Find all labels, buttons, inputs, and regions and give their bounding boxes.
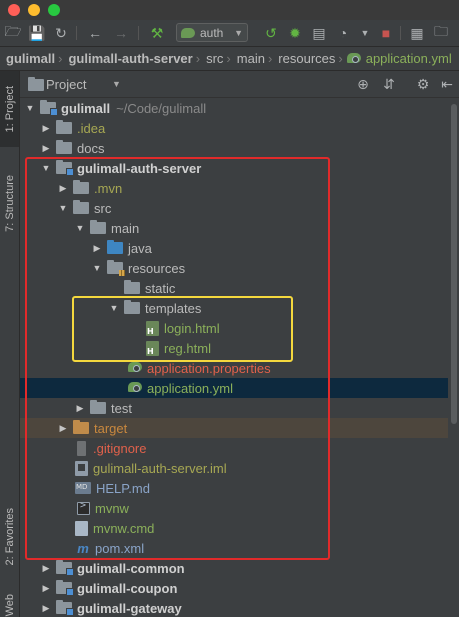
minimize-window-button[interactable] bbox=[28, 4, 40, 16]
folder-icon bbox=[56, 140, 72, 154]
yellow-highlight-box bbox=[72, 296, 293, 362]
tree-node-root[interactable]: ▼ gulimall ~/Code/gulimall bbox=[20, 98, 448, 118]
chevron-down-icon: ▼ bbox=[234, 27, 243, 38]
project-structure-icon[interactable]: ▦ bbox=[408, 24, 426, 42]
scrollbar-thumb[interactable] bbox=[451, 104, 457, 424]
folder-icon bbox=[56, 120, 72, 134]
breadcrumb-item[interactable]: gulimall-auth-server bbox=[62, 51, 195, 66]
tree-node-label: .idea bbox=[77, 120, 106, 136]
tree-node-label: gulimall-common bbox=[77, 560, 185, 576]
tab-project-label: 1: Project bbox=[3, 85, 16, 133]
tab-project[interactable]: 1: Project bbox=[0, 71, 19, 147]
sdk-folder-icon[interactable]: 🗀 bbox=[432, 23, 450, 42]
toolbar-separator bbox=[400, 26, 401, 40]
tree-node-docs[interactable]: ▶ docs bbox=[20, 138, 448, 158]
tree-node-gateway[interactable]: ▶ gulimall-gateway bbox=[20, 598, 448, 617]
close-window-button[interactable] bbox=[8, 4, 20, 16]
profile-icon[interactable]: ◔ bbox=[334, 24, 352, 42]
locate-target-icon[interactable]: ⊕ bbox=[354, 75, 372, 93]
tree-node-label: gulimall-gateway bbox=[77, 600, 182, 616]
tab-web-label: Web bbox=[3, 593, 16, 617]
chevron-right-icon[interactable]: ▶ bbox=[40, 603, 52, 614]
module-folder-icon bbox=[56, 560, 74, 576]
back-arrow-icon[interactable]: ← bbox=[86, 24, 104, 42]
coverage-icon[interactable]: ▤ bbox=[310, 24, 328, 42]
rerun-icon[interactable]: ↺ bbox=[262, 24, 280, 42]
toolbar-separator bbox=[138, 26, 139, 40]
project-folder-icon bbox=[28, 77, 44, 91]
sync-icon[interactable]: ↻ bbox=[52, 24, 70, 42]
chevron-right-icon[interactable]: ▶ bbox=[40, 123, 52, 134]
tree-node-idea[interactable]: ▶ .idea bbox=[20, 118, 448, 138]
module-folder-icon bbox=[40, 100, 58, 116]
tree-node-coupon[interactable]: ▶ gulimall-coupon bbox=[20, 578, 448, 598]
profile-dropdown-icon[interactable]: ▼ bbox=[356, 24, 374, 42]
breadcrumb-item[interactable]: main bbox=[231, 51, 268, 66]
project-panel-header: Project ▼ ⊕ ⇵ ⚙ ⇤ bbox=[20, 71, 459, 98]
chevron-right-icon[interactable]: ▶ bbox=[40, 563, 52, 574]
breadcrumb-item[interactable]: resources bbox=[272, 51, 338, 66]
spring-config-icon bbox=[346, 52, 363, 65]
spring-boot-icon bbox=[181, 27, 195, 38]
stop-icon[interactable]: ■ bbox=[377, 24, 395, 42]
chevron-right-icon[interactable]: ▶ bbox=[40, 583, 52, 594]
tab-favorites[interactable]: 2: Favorites bbox=[0, 491, 19, 583]
tree-node-label: docs bbox=[77, 140, 105, 156]
tree-node-path: ~/Code/gulimall bbox=[116, 100, 207, 116]
build-hammer-icon[interactable]: ⚒ bbox=[148, 24, 166, 42]
breadcrumb: gulimall › gulimall-auth-server › src › mai… bbox=[0, 47, 459, 71]
chevron-right-icon[interactable]: ▶ bbox=[40, 143, 52, 154]
left-tool-window-strip: 1: Project 7: Structure 2: Favorites Web bbox=[0, 71, 20, 617]
tree-scrollbar[interactable] bbox=[450, 98, 458, 617]
gear-icon[interactable]: ⚙ bbox=[414, 75, 432, 93]
tab-web[interactable]: Web bbox=[0, 593, 19, 617]
module-folder-icon bbox=[56, 580, 74, 596]
module-folder-icon bbox=[56, 600, 74, 616]
zoom-window-button[interactable] bbox=[48, 4, 60, 16]
breadcrumb-item[interactable]: src bbox=[200, 51, 226, 66]
debug-bug-icon[interactable]: ✹ bbox=[286, 24, 304, 42]
breadcrumb-item[interactable]: gulimall bbox=[0, 51, 58, 66]
forward-arrow-icon[interactable]: → bbox=[112, 24, 130, 42]
chevron-down-icon[interactable]: ▼ bbox=[24, 103, 36, 113]
tree-node-label: gulimall bbox=[61, 100, 111, 116]
chevron-right-icon: › bbox=[338, 51, 343, 66]
tab-structure[interactable]: 7: Structure bbox=[0, 161, 19, 245]
collapse-all-icon[interactable]: ⇵ bbox=[380, 75, 398, 93]
project-view-title[interactable]: Project bbox=[46, 77, 86, 92]
chevron-down-icon[interactable]: ▼ bbox=[112, 79, 121, 89]
open-folder-icon[interactable]: 🗁 bbox=[4, 23, 22, 42]
save-icon[interactable]: 💾 bbox=[28, 24, 46, 42]
tab-structure-label: 7: Structure bbox=[3, 174, 16, 232]
window-title-bar bbox=[0, 0, 459, 20]
tree-node-label: gulimall-coupon bbox=[77, 580, 178, 596]
tree-node-common[interactable]: ▶ gulimall-common bbox=[20, 558, 448, 578]
toolbar-separator bbox=[76, 26, 77, 40]
tab-favorites-label: 2: Favorites bbox=[3, 508, 16, 566]
breadcrumb-item[interactable]: application.yml bbox=[366, 51, 455, 66]
run-configuration-label: auth bbox=[200, 25, 224, 40]
hide-panel-icon[interactable]: ⇤ bbox=[438, 75, 456, 93]
run-configuration-selector[interactable]: auth ▼ bbox=[176, 23, 248, 42]
